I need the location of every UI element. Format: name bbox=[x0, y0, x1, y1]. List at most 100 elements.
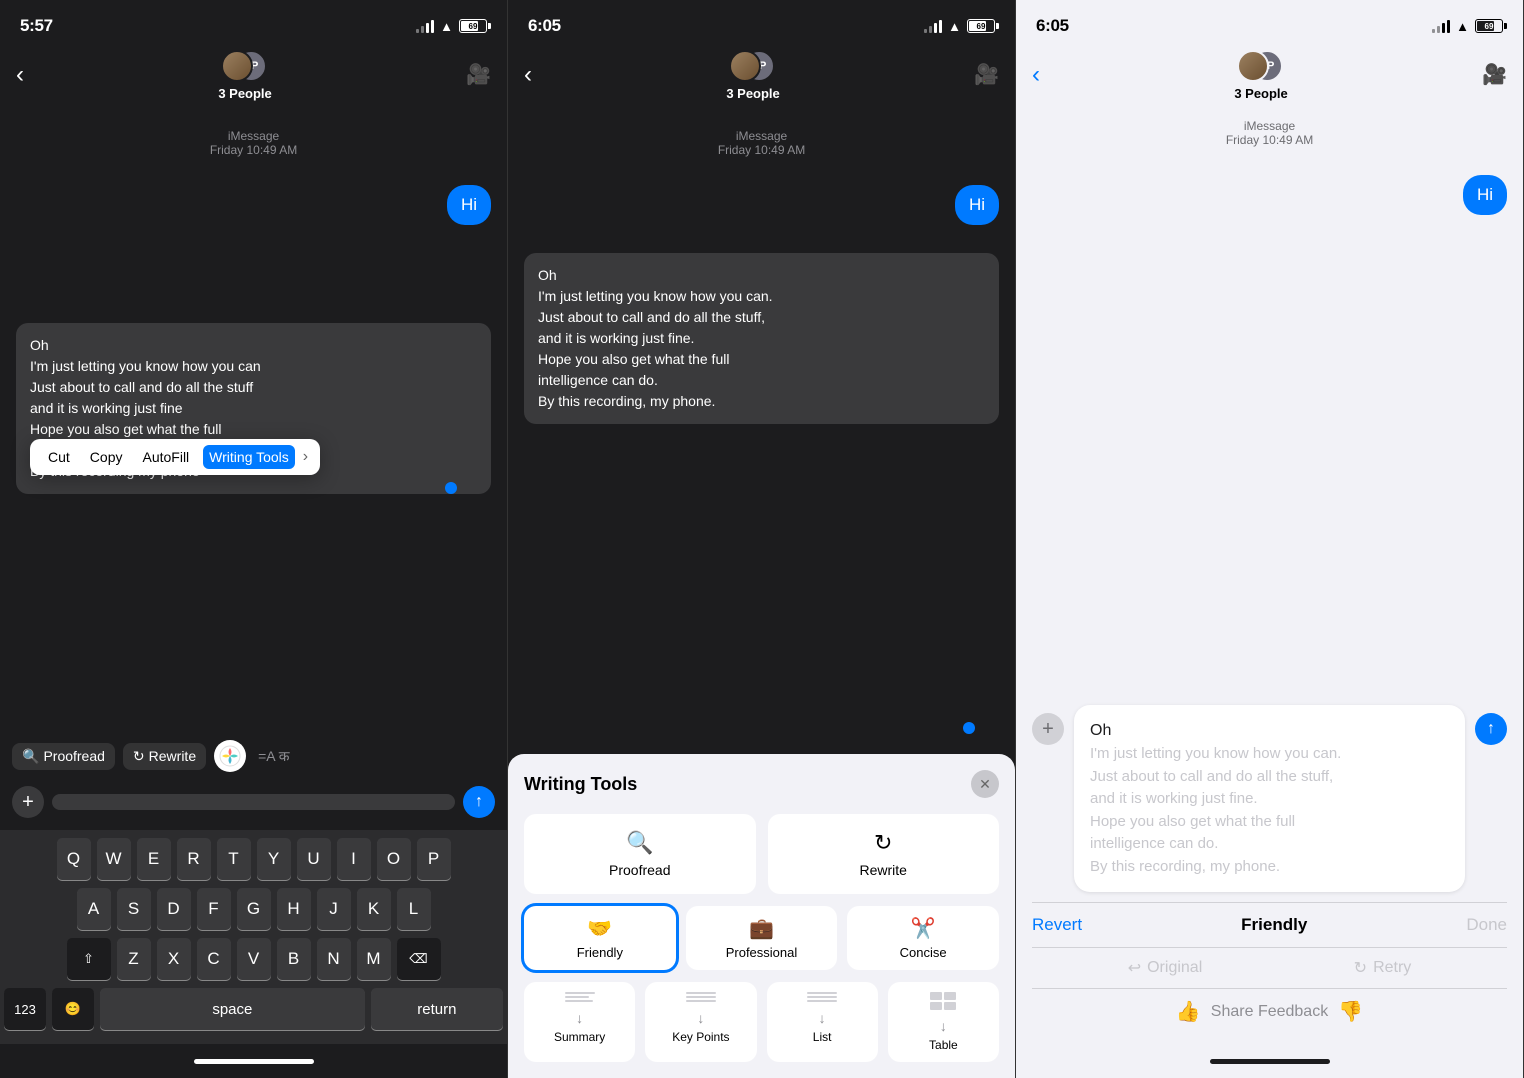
video-button-3[interactable]: 🎥 bbox=[1482, 62, 1507, 87]
key-a[interactable]: A bbox=[77, 888, 111, 930]
key-k[interactable]: K bbox=[357, 888, 391, 930]
key-n[interactable]: N bbox=[317, 938, 351, 980]
retry-button[interactable]: ↻ Retry bbox=[1354, 958, 1412, 978]
key-t[interactable]: T bbox=[217, 838, 251, 880]
key-c[interactable]: C bbox=[197, 938, 231, 980]
home-bar-1 bbox=[194, 1059, 314, 1064]
avatar-main-1 bbox=[221, 50, 253, 82]
rewrite-wt-label: Rewrite bbox=[860, 862, 907, 878]
list-arrow-icon: ↓ bbox=[819, 1010, 826, 1026]
wt-concise-btn[interactable]: ✂️ Concise bbox=[847, 906, 999, 970]
keyboard-1: Q W E R T Y U I O P A S D F G H J K L ⇧ … bbox=[0, 830, 507, 1044]
wt-keypoints-btn[interactable]: ↓ Key Points bbox=[645, 982, 756, 1062]
back-button-1[interactable]: ‹ bbox=[16, 61, 24, 89]
key-o[interactable]: O bbox=[377, 838, 411, 880]
key-x[interactable]: X bbox=[157, 938, 191, 980]
autofill-button[interactable]: AutoFill bbox=[136, 445, 195, 469]
video-button-1[interactable]: 🎥 bbox=[466, 62, 491, 87]
plus-button-1[interactable]: + bbox=[12, 786, 44, 818]
battery-icon-3: 69 bbox=[1475, 19, 1503, 33]
professional-label: Professional bbox=[726, 945, 798, 960]
key-d[interactable]: D bbox=[157, 888, 191, 930]
bubble-hi-1: Hi bbox=[16, 185, 491, 225]
key-m[interactable]: M bbox=[357, 938, 391, 980]
avatar-main-2 bbox=[729, 50, 761, 82]
key-space[interactable]: space bbox=[100, 988, 365, 1030]
send-button-3[interactable]: ↑ bbox=[1475, 713, 1507, 745]
input-bubble-2[interactable]: Oh I'm just letting you know how you can… bbox=[524, 253, 999, 424]
back-button-2[interactable]: ‹ bbox=[524, 61, 532, 89]
key-e[interactable]: E bbox=[137, 838, 171, 880]
thumbs-down-icon[interactable]: 👎 bbox=[1338, 999, 1363, 1024]
bottom-compose-area: + Oh I'm just letting you know how you c… bbox=[1016, 695, 1523, 1044]
done-button[interactable]: Done bbox=[1466, 915, 1507, 935]
concise-icon: ✂️ bbox=[911, 916, 936, 941]
aa-toolbar[interactable]: =A क bbox=[258, 747, 289, 766]
key-return[interactable]: return bbox=[371, 988, 503, 1030]
video-button-2[interactable]: 🎥 bbox=[974, 62, 999, 87]
wt-friendly-btn[interactable]: 🤝 Friendly bbox=[524, 906, 676, 970]
signal-icon-1 bbox=[416, 19, 434, 33]
wt-summary-btn[interactable]: ↓ Summary bbox=[524, 982, 635, 1062]
copy-button[interactable]: Copy bbox=[84, 445, 129, 469]
status-time-2: 6:05 bbox=[528, 16, 561, 36]
wifi-icon-1: ▲ bbox=[440, 19, 453, 34]
ai-logo bbox=[219, 745, 241, 767]
hi-bubble-3: Hi bbox=[1463, 175, 1507, 215]
key-h[interactable]: H bbox=[277, 888, 311, 930]
key-y[interactable]: Y bbox=[257, 838, 291, 880]
apple-intelligence-icon[interactable] bbox=[214, 740, 246, 772]
key-delete[interactable]: ⌫ bbox=[397, 938, 441, 980]
back-button-3[interactable]: ‹ bbox=[1032, 61, 1040, 89]
writing-tools-button[interactable]: Writing Tools bbox=[203, 445, 295, 469]
wt-table-btn[interactable]: ↓ Table bbox=[888, 982, 999, 1062]
rewrite-toolbar-btn[interactable]: ↻ Rewrite bbox=[123, 743, 206, 770]
cut-button[interactable]: Cut bbox=[42, 445, 76, 469]
key-g[interactable]: G bbox=[237, 888, 271, 930]
key-s[interactable]: S bbox=[117, 888, 151, 930]
status-bar-2: 6:05 ▲ 69 bbox=[508, 0, 1015, 44]
key-emoji[interactable]: 😊 bbox=[52, 988, 94, 1030]
key-p[interactable]: P bbox=[417, 838, 451, 880]
share-feedback-label[interactable]: Share Feedback bbox=[1211, 1003, 1328, 1021]
key-q[interactable]: Q bbox=[57, 838, 91, 880]
send-button-1[interactable]: ↑ bbox=[463, 786, 495, 818]
nav-title-1[interactable]: 3 People bbox=[218, 86, 271, 101]
proofread-toolbar-btn[interactable]: 🔍 Proofread bbox=[12, 743, 115, 770]
keypoints-label: Key Points bbox=[672, 1030, 729, 1044]
thumbs-up-icon[interactable]: 👍 bbox=[1176, 999, 1201, 1024]
wt-proofread-option[interactable]: 🔍 Proofread bbox=[524, 814, 756, 894]
key-w[interactable]: W bbox=[97, 838, 131, 880]
summary-arrow-icon: ↓ bbox=[576, 1010, 583, 1026]
key-i[interactable]: I bbox=[337, 838, 371, 880]
revert-button[interactable]: Revert bbox=[1032, 915, 1082, 935]
wt-professional-btn[interactable]: 💼 Professional bbox=[686, 906, 838, 970]
key-j[interactable]: J bbox=[317, 888, 351, 930]
selection-dot-bottom-1 bbox=[445, 482, 457, 494]
key-l[interactable]: L bbox=[397, 888, 431, 930]
key-shift[interactable]: ⇧ bbox=[67, 938, 111, 980]
key-f[interactable]: F bbox=[197, 888, 231, 930]
wt-list-btn[interactable]: ↓ List bbox=[767, 982, 878, 1062]
table-arrow-icon: ↓ bbox=[940, 1018, 947, 1034]
wt-close-button[interactable]: ✕ bbox=[971, 770, 999, 798]
nav-bar-2: ‹ SP 3 People 🎥 bbox=[508, 44, 1015, 109]
nav-title-2[interactable]: 3 People bbox=[726, 86, 779, 101]
wt-rewrite-option[interactable]: ↻ Rewrite bbox=[768, 814, 1000, 894]
key-u[interactable]: U bbox=[297, 838, 331, 880]
signal-icon-3 bbox=[1432, 19, 1450, 33]
friendly-label: Friendly bbox=[577, 945, 623, 960]
proofread-label: Proofread bbox=[43, 748, 104, 764]
key-r[interactable]: R bbox=[177, 838, 211, 880]
key-z[interactable]: Z bbox=[117, 938, 151, 980]
plus-button-3[interactable]: + bbox=[1032, 713, 1064, 745]
original-button[interactable]: ↩ Original bbox=[1128, 958, 1203, 978]
message-input-field-1[interactable] bbox=[52, 794, 455, 810]
input-bubble-3[interactable]: Oh I'm just letting you know how you can… bbox=[1074, 705, 1465, 892]
nav-title-3[interactable]: 3 People bbox=[1234, 86, 1287, 101]
key-b[interactable]: B bbox=[277, 938, 311, 980]
proofread-wt-icon: 🔍 bbox=[626, 830, 653, 856]
key-123[interactable]: 123 bbox=[4, 988, 46, 1030]
professional-icon: 💼 bbox=[749, 916, 774, 941]
key-v[interactable]: V bbox=[237, 938, 271, 980]
